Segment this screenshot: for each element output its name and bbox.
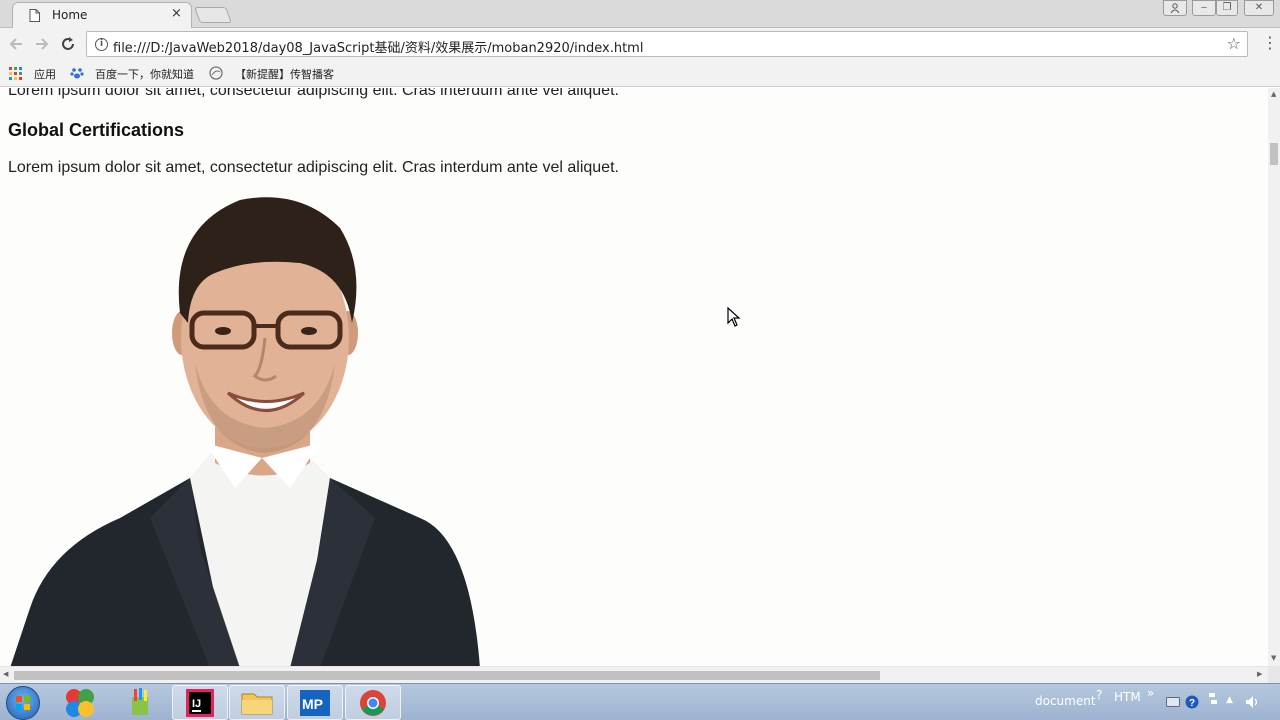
minimize-button[interactable]: ‒	[1192, 0, 1216, 16]
info-icon[interactable]: i	[95, 38, 108, 51]
close-window-button[interactable]: ✕	[1244, 0, 1274, 16]
taskbar-app-chrome[interactable]	[345, 685, 401, 720]
arrow-right-icon[interactable]	[32, 34, 52, 54]
intellij-label: IJ	[192, 698, 201, 710]
new-tab-button[interactable]	[194, 7, 232, 23]
tray-up-arrow-icon[interactable]: ▲	[1226, 695, 1233, 705]
url-text[interactable]: file:///D:/JavaWeb2018/day08_JavaScript基…	[113, 37, 643, 56]
help-icon[interactable]: ?	[1185, 695, 1199, 709]
restore-button[interactable]: ❐	[1216, 0, 1238, 16]
windows-logo-icon	[16, 696, 30, 710]
windows-taskbar: IJ MP document ? HTM » ? ▲	[0, 683, 1280, 720]
taskbar-app-colorful[interactable]	[52, 685, 108, 720]
bookmark-chuanzhi[interactable]: 【新提醒】传智播客	[235, 66, 334, 82]
pencils-icon	[132, 688, 148, 715]
vertical-scroll-thumb[interactable]	[1270, 143, 1278, 165]
network-icon[interactable]	[1208, 692, 1218, 706]
reload-icon[interactable]	[58, 34, 78, 54]
horizontal-scroll-thumb[interactable]	[14, 671, 880, 680]
businessman-photo	[10, 197, 480, 666]
tray-document-label[interactable]: document	[1035, 694, 1096, 708]
tray-more-icon[interactable]: »	[1147, 686, 1154, 700]
keyboard-icon[interactable]	[1166, 697, 1180, 707]
apps-grid-icon[interactable]	[9, 67, 22, 80]
vertical-scrollbar[interactable]: ▲ ▼	[1268, 88, 1280, 666]
star-icon[interactable]: ☆	[1227, 34, 1241, 53]
address-bar[interactable]: i file:///D:/JavaWeb2018/day08_JavaScrip…	[86, 31, 1248, 57]
scroll-up-icon[interactable]: ▲	[1271, 90, 1276, 98]
section-heading: Global Certifications	[8, 120, 185, 140]
menu-icon[interactable]: ⋮	[1262, 33, 1278, 52]
scroll-right-icon[interactable]: ▶	[1257, 670, 1262, 678]
tab-home[interactable]: Home ×	[12, 2, 192, 28]
lorem-paragraph-top: Lorem ipsum dolor sit amet, consectetur …	[8, 88, 619, 99]
tray-htm-label[interactable]: HTM	[1114, 690, 1141, 704]
user-icon[interactable]	[1163, 0, 1187, 16]
scroll-down-icon[interactable]: ▼	[1271, 654, 1276, 662]
tray-help-icon[interactable]: ?	[1096, 688, 1102, 702]
tab-title: Home	[52, 8, 88, 22]
globe-icon	[209, 66, 223, 80]
volume-icon[interactable]	[1245, 695, 1261, 709]
apps-bubbles-icon	[66, 689, 94, 717]
page-icon	[29, 9, 40, 22]
chrome-icon	[360, 690, 386, 716]
paw-icon	[70, 68, 84, 79]
horizontal-scrollbar[interactable]: ◀ ▶	[0, 666, 1268, 683]
close-icon[interactable]: ×	[171, 6, 182, 21]
svg-text:?: ?	[1189, 698, 1195, 709]
bookmarks-bar: 应用 百度一下，你就知道 【新提醒】传智播客	[0, 60, 1280, 87]
taskbar-app-pencils[interactable]	[112, 685, 168, 720]
mp-icon: MP	[300, 690, 330, 716]
folder-icon	[241, 693, 273, 715]
start-button[interactable]	[6, 686, 40, 720]
intellij-icon: IJ	[186, 689, 214, 717]
mouse-cursor-icon	[727, 307, 741, 327]
taskbar-app-mp[interactable]: MP	[287, 685, 343, 720]
browser-toolbar: i file:///D:/JavaWeb2018/day08_JavaScrip…	[0, 28, 1280, 60]
bookmark-apps[interactable]: 应用	[34, 66, 56, 82]
arrow-left-icon[interactable]	[6, 34, 26, 54]
lorem-paragraph: Lorem ipsum dolor sit amet, consectetur …	[8, 159, 619, 176]
bookmark-baidu[interactable]: 百度一下，你就知道	[95, 66, 194, 82]
page-viewport: Lorem ipsum dolor sit amet, consectetur …	[0, 88, 1268, 666]
mp-label: MP	[302, 696, 323, 712]
scroll-corner	[1268, 666, 1280, 683]
taskbar-app-intellij[interactable]: IJ	[172, 685, 228, 720]
taskbar-app-explorer[interactable]	[229, 685, 285, 720]
title-bar: Home × ‒ ❐ ✕	[0, 0, 1280, 28]
scroll-left-icon[interactable]: ◀	[3, 670, 8, 678]
